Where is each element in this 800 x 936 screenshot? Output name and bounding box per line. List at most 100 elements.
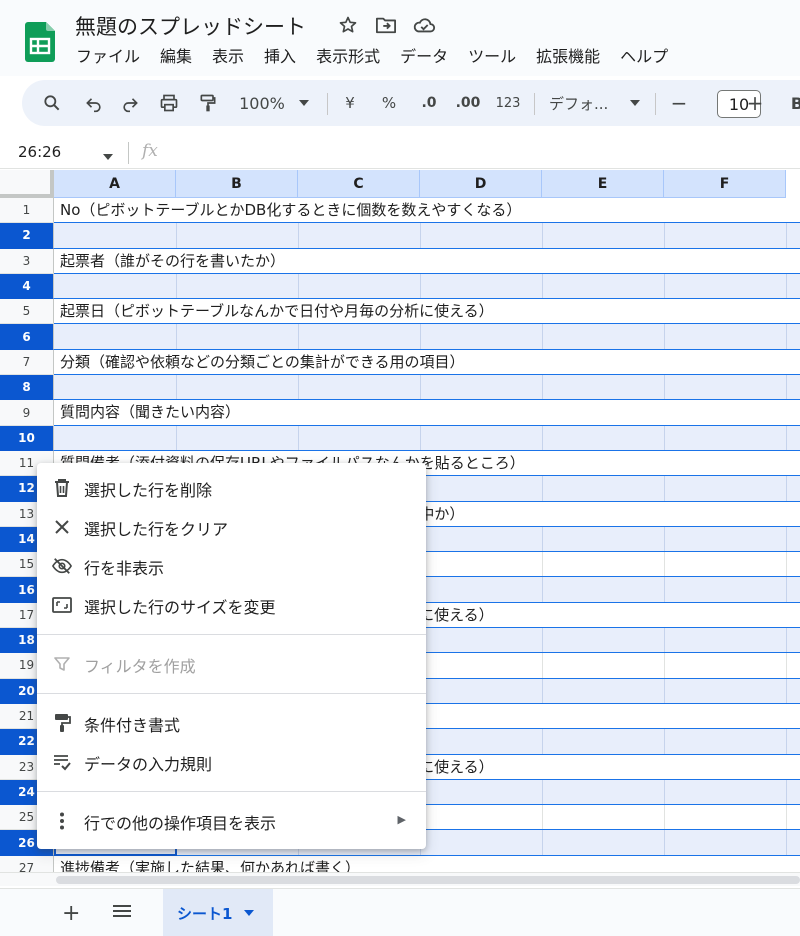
menu-file[interactable]: ファイル bbox=[66, 45, 150, 69]
column-header-e[interactable]: E bbox=[542, 170, 664, 198]
row-cells[interactable] bbox=[54, 273, 800, 300]
cell-gridline bbox=[542, 223, 543, 248]
row-header[interactable]: 1 bbox=[0, 198, 54, 224]
column-header-d[interactable]: D bbox=[420, 170, 542, 198]
all-sheets-icon[interactable] bbox=[112, 903, 132, 923]
font-select[interactable]: デフォ... bbox=[549, 80, 621, 126]
row-cells[interactable]: 分類（確認や依頼などの分類ごとの集計ができる用の項目） bbox=[54, 349, 800, 376]
menu-format[interactable]: 表示形式 bbox=[306, 45, 390, 69]
cell-gridline bbox=[786, 729, 787, 754]
sheet-tab-active[interactable]: シート1 bbox=[163, 889, 273, 936]
row-cells[interactable]: 質問内容（聞きたい内容） bbox=[54, 400, 800, 426]
cell-gridline bbox=[542, 729, 543, 754]
menu-view[interactable]: 表示 bbox=[202, 45, 254, 69]
cell-a[interactable]: 質問内容（聞きたい内容） bbox=[60, 400, 240, 424]
menu-conditional-format[interactable]: 条件付き書式 bbox=[37, 704, 426, 742]
undo-icon[interactable] bbox=[80, 80, 108, 126]
sheets-logo-icon[interactable] bbox=[25, 22, 55, 62]
menu-divider bbox=[37, 791, 426, 792]
add-sheet-button[interactable]: + bbox=[62, 901, 80, 926]
menu-data-validation[interactable]: データの入力規則 bbox=[37, 743, 426, 781]
menu-extensions[interactable]: 拡張機能 bbox=[526, 45, 610, 69]
toolbar-separator bbox=[327, 93, 328, 115]
menu-hide-rows[interactable]: 行を非表示 bbox=[37, 547, 426, 585]
row-header[interactable]: 6 bbox=[0, 324, 54, 350]
row-header[interactable]: 2 bbox=[0, 223, 54, 249]
menu-help[interactable]: ヘルプ bbox=[610, 45, 678, 69]
fx-icon: fx bbox=[142, 141, 158, 161]
row-header[interactable]: 9 bbox=[0, 400, 54, 426]
number-format-button[interactable]: 123 bbox=[492, 80, 524, 126]
cell-gridline bbox=[664, 375, 665, 400]
cell-gridline bbox=[420, 425, 421, 450]
paint-format-icon[interactable] bbox=[194, 80, 222, 126]
decrease-decimal-button[interactable]: .0 bbox=[416, 80, 442, 126]
cell-a[interactable]: 分類（確認や依頼などの分類ごとの集計ができる用の項目） bbox=[60, 350, 465, 374]
row-cells[interactable] bbox=[54, 425, 800, 451]
column-header-c[interactable]: C bbox=[298, 170, 420, 198]
row-header[interactable]: 7 bbox=[0, 349, 54, 376]
column-headers: A B C D E F bbox=[54, 170, 786, 198]
move-folder-icon[interactable] bbox=[374, 13, 398, 37]
star-icon[interactable] bbox=[336, 13, 360, 37]
name-box-caret-icon[interactable] bbox=[103, 145, 113, 164]
formula-bar: 26:26 fx bbox=[0, 136, 800, 169]
row-header[interactable]: 5 bbox=[0, 299, 54, 325]
menu-label: 選択した行のサイズを変更 bbox=[84, 598, 276, 617]
zoom-select[interactable]: 100% bbox=[236, 80, 288, 126]
row-header[interactable]: 10 bbox=[0, 425, 54, 451]
document-title[interactable]: 無題のスプレッドシート bbox=[75, 11, 306, 41]
print-icon[interactable] bbox=[155, 80, 183, 126]
trash-icon bbox=[52, 478, 72, 498]
cell-gridline bbox=[664, 653, 665, 678]
increase-decimal-button[interactable]: .00 bbox=[452, 80, 484, 126]
search-menu-icon[interactable] bbox=[38, 80, 66, 126]
row-cells[interactable]: 起票日（ピボットテーブルなんかで日付や月毎の分析に使える） bbox=[54, 299, 800, 325]
cell-gridline bbox=[176, 324, 177, 349]
menu-delete-rows[interactable]: 選択した行を削除 bbox=[37, 469, 426, 507]
cell-a[interactable]: 起票者（誰がその行を書いたか） bbox=[60, 249, 285, 273]
column-header-f[interactable]: F bbox=[664, 170, 786, 198]
row-header[interactable]: 8 bbox=[0, 375, 54, 401]
cell-a[interactable]: No（ピボットテーブルとかDB化するときに個数を数えやすくなる） bbox=[60, 198, 521, 222]
zoom-caret-icon[interactable] bbox=[296, 80, 312, 126]
row-cells[interactable] bbox=[54, 375, 800, 401]
cell-gridline bbox=[298, 273, 299, 299]
cell-gridline bbox=[786, 830, 787, 855]
resize-icon bbox=[52, 595, 72, 615]
select-all-corner[interactable] bbox=[0, 170, 54, 198]
menu-edit[interactable]: 編集 bbox=[150, 45, 202, 69]
sheet-tab-caret-icon[interactable] bbox=[244, 910, 255, 916]
cell-gridline bbox=[664, 425, 665, 450]
name-box[interactable]: 26:26 bbox=[18, 143, 61, 161]
row-cells[interactable]: 起票者（誰がその行を書いたか） bbox=[54, 248, 800, 274]
bold-button[interactable]: B bbox=[790, 80, 800, 126]
table-row: 4 bbox=[0, 273, 800, 300]
row-cells[interactable] bbox=[54, 223, 800, 249]
menu-data[interactable]: データ bbox=[390, 45, 458, 69]
menu-resize-rows[interactable]: 選択した行のサイズを変更 bbox=[37, 586, 426, 624]
row-header[interactable]: 3 bbox=[0, 248, 54, 274]
menu-insert[interactable]: 挿入 bbox=[254, 45, 306, 69]
cell-a[interactable]: 起票日（ピボットテーブルなんかで日付や月毎の分析に使える） bbox=[60, 299, 494, 323]
cell-gridline bbox=[542, 324, 543, 349]
row-header[interactable]: 4 bbox=[0, 273, 54, 300]
horizontal-scrollbar-thumb[interactable] bbox=[56, 876, 800, 884]
cloud-saved-icon[interactable] bbox=[412, 13, 436, 37]
currency-button[interactable]: ¥ bbox=[340, 80, 360, 126]
menu-more-row-actions[interactable]: 行での他の操作項目を表示 ▶ bbox=[37, 802, 426, 840]
column-header-b[interactable]: B bbox=[176, 170, 298, 198]
row-cells[interactable]: No（ピボットテーブルとかDB化するときに個数を数えやすくなる） bbox=[54, 198, 800, 224]
sheet-bar: + シート1 bbox=[0, 888, 800, 936]
horizontal-scrollbar[interactable] bbox=[0, 872, 800, 886]
menu-divider bbox=[37, 693, 426, 694]
increase-font-size-button[interactable]: + bbox=[744, 80, 766, 126]
menu-clear-rows[interactable]: 選択した行をクリア bbox=[37, 508, 426, 546]
percent-button[interactable]: % bbox=[378, 80, 400, 126]
menu-tools[interactable]: ツール bbox=[458, 45, 526, 69]
decrease-font-size-button[interactable]: − bbox=[668, 80, 690, 126]
redo-icon[interactable] bbox=[116, 80, 144, 126]
font-caret-icon[interactable] bbox=[627, 80, 643, 126]
column-header-a[interactable]: A bbox=[54, 170, 176, 198]
row-cells[interactable] bbox=[54, 324, 800, 350]
